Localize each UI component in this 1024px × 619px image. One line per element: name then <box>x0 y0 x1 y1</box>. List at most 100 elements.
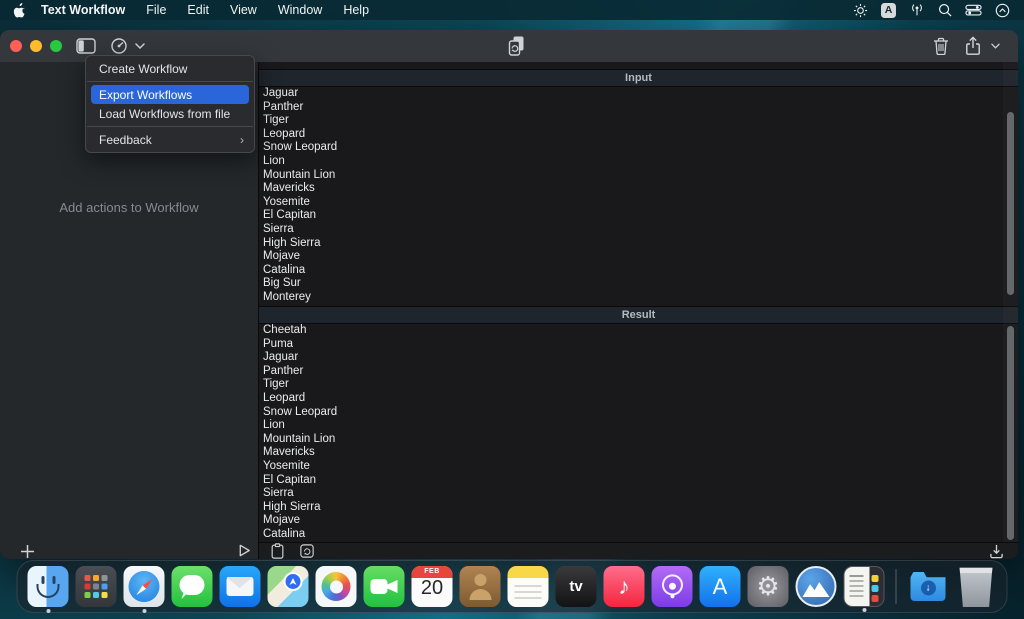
dock-icon-launchpad[interactable] <box>75 566 117 607</box>
active-app-name[interactable]: Text Workflow <box>41 3 125 17</box>
running-indicator <box>142 609 146 613</box>
chevron-down-icon[interactable] <box>135 43 145 49</box>
sidebar-toggle-icon[interactable] <box>76 38 96 54</box>
calendar-month: FEB <box>424 568 440 575</box>
dock-icon-contacts[interactable] <box>459 566 501 607</box>
result-panel-header: Result <box>259 306 1018 324</box>
result-line: High Sierra <box>263 500 321 513</box>
menubar-menu[interactable]: View <box>230 3 257 17</box>
loop-box-icon[interactable] <box>300 544 314 558</box>
result-line: El Capitan <box>263 473 317 486</box>
dock-icon-notes[interactable] <box>507 566 549 607</box>
result-line: Jaguar <box>263 351 299 364</box>
result-line: Lion <box>263 419 285 432</box>
menubar-menus: File Edit View Window Help <box>125 3 369 17</box>
result-line: Sierra <box>263 487 294 500</box>
menubar-menu[interactable]: File <box>146 3 166 17</box>
dock-separator <box>895 569 897 604</box>
dock-icon-music[interactable]: ♪ <box>603 566 645 607</box>
apple-menu-icon[interactable] <box>12 2 25 18</box>
menu-separator <box>87 126 253 127</box>
dock-icon-calendar[interactable]: FEB 20 <box>411 566 453 607</box>
menu-item-feedback[interactable]: Feedback › <box>86 130 254 149</box>
dock-icon-textworkflow[interactable] <box>843 566 885 612</box>
menubar-menu[interactable]: Edit <box>187 3 209 17</box>
app-glyph: tv <box>569 578 583 595</box>
run-play-icon[interactable] <box>237 543 252 558</box>
dictation-icon[interactable] <box>909 3 925 17</box>
result-line: Yosemite <box>263 459 310 472</box>
submenu-arrow-icon: › <box>240 132 244 147</box>
app-glyph: A <box>712 573 728 599</box>
dock: FEB 20 tv ♪ A ⚙ <box>16 560 1008 613</box>
input-line: Mountain Lion <box>263 168 336 181</box>
result-line: Mojave <box>263 514 301 527</box>
running-indicator <box>862 608 866 612</box>
input-line: Jaguar <box>263 87 299 99</box>
input-line: Lion <box>263 154 285 167</box>
input-line: Tiger <box>263 114 289 127</box>
io-panels: Input Jaguar Panther Tiger Leopard Snow Leop… <box>259 62 1018 543</box>
dock-icon-photos[interactable] <box>315 566 357 607</box>
result-line: Tiger <box>263 378 289 391</box>
menubar-menu[interactable]: Help <box>343 3 369 17</box>
input-line: Monterey <box>263 290 311 303</box>
close-button[interactable] <box>10 40 22 52</box>
dock-icon-finder[interactable] <box>27 566 69 613</box>
workflow-gauge-icon[interactable] <box>110 37 128 55</box>
input-line: Mavericks <box>263 182 315 195</box>
result-panel-title: Result <box>621 309 656 321</box>
input-line: Sierra <box>263 222 294 235</box>
result-scrollbar-thumb[interactable] <box>1007 326 1014 540</box>
display-brightness-icon[interactable] <box>853 3 868 18</box>
running-indicator <box>46 609 50 613</box>
input-scrollbar-thumb[interactable] <box>1007 112 1014 295</box>
trash-icon[interactable] <box>933 37 949 55</box>
dock-icon-safari[interactable] <box>123 566 165 613</box>
input-source-icon[interactable]: A <box>881 2 896 18</box>
dock-icon-maps[interactable] <box>267 566 309 607</box>
app-glyph: ♪ <box>618 573 630 599</box>
dock-icon-settings[interactable]: ⚙ <box>747 566 789 607</box>
app-glyph: ⚙ <box>756 571 780 601</box>
menu-item-export-workflows[interactable]: Export Workflows <box>91 85 249 104</box>
add-action-icon[interactable] <box>20 544 35 559</box>
zoom-button[interactable] <box>50 40 62 52</box>
session-chevron-icon[interactable] <box>995 3 1010 18</box>
menu-separator <box>87 81 253 82</box>
input-line: Yosemite <box>263 195 310 208</box>
spotlight-search-icon[interactable] <box>938 3 952 17</box>
input-line: Catalina <box>263 263 306 276</box>
dock-icon-appstore[interactable]: A <box>699 566 741 607</box>
menu-item-load-workflows[interactable]: Load Workflows from file <box>86 104 254 123</box>
dock-icon-downloads[interactable] <box>908 566 949 607</box>
save-to-file-icon[interactable] <box>989 544 1004 559</box>
bottom-bar <box>259 542 1018 559</box>
dock-icon-mail[interactable] <box>219 566 261 607</box>
share-icon[interactable] <box>965 36 981 56</box>
dock-icon-messages[interactable] <box>171 566 213 607</box>
menubar-menu[interactable]: Window <box>278 3 322 17</box>
input-line: Big Sur <box>263 277 301 290</box>
dock-icon-facetime[interactable] <box>363 566 405 607</box>
result-line: Leopard <box>263 391 306 404</box>
empty-workflow-placeholder: Add actions to Workflow <box>59 200 199 215</box>
calendar-day: 20 <box>420 577 444 599</box>
control-center-icon[interactable] <box>965 4 982 16</box>
window-controls <box>10 40 62 52</box>
dock-icon-mountain[interactable] <box>795 566 837 607</box>
share-chevron-icon[interactable] <box>991 43 1000 49</box>
duplicate-run-icon[interactable] <box>506 35 527 57</box>
clipboard-icon[interactable] <box>271 543 284 559</box>
result-line: Panther <box>263 364 304 377</box>
minimize-button[interactable] <box>30 40 42 52</box>
dock-icon-podcasts[interactable] <box>651 566 693 607</box>
input-line: Mojave <box>263 250 301 263</box>
dock-icon-trash[interactable] <box>959 567 993 607</box>
menu-item-create-workflow[interactable]: Create Workflow <box>86 59 254 78</box>
input-line: El Capitan <box>263 209 317 222</box>
result-text-area[interactable]: Cheetah Puma Jaguar Panther Tiger Leopard Snow… <box>259 324 1018 543</box>
result-line: Snow Leopard <box>263 405 338 418</box>
dock-icon-appletv[interactable]: tv <box>555 566 597 607</box>
input-text-area[interactable]: Jaguar Panther Tiger Leopard Snow Leopard Lio… <box>259 87 1018 306</box>
